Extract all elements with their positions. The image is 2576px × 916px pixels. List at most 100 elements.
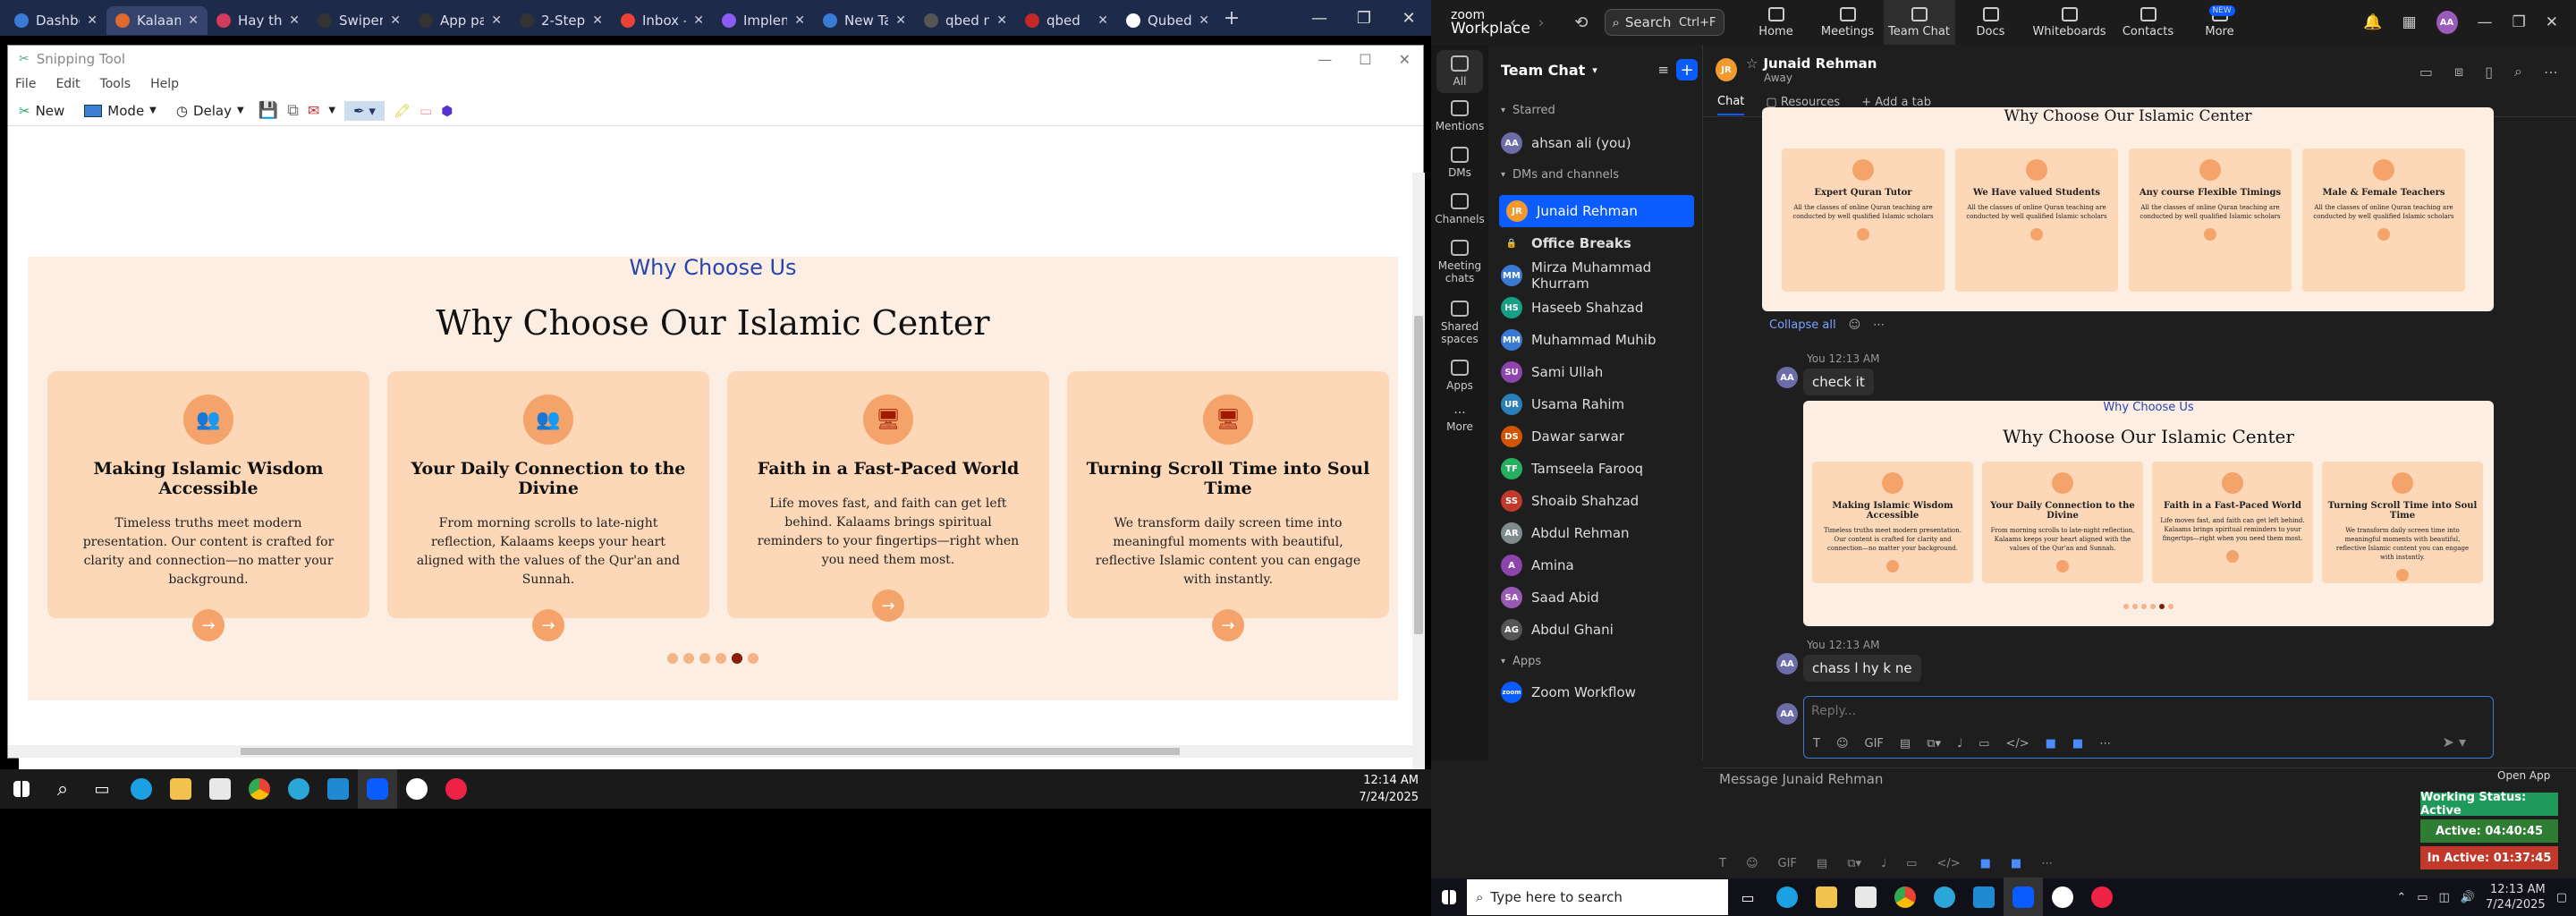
contact-item[interactable]: JR Junaid Rehman — [1499, 195, 1694, 227]
edge-icon[interactable] — [1767, 878, 1807, 916]
clock[interactable]: 12:13 AM 7/24/2025 — [2486, 882, 2546, 912]
contact-item[interactable]: 🔒 Office Breaks — [1488, 227, 1703, 259]
save-icon[interactable]: 💾 — [258, 101, 278, 120]
reply-input[interactable] — [1811, 704, 2348, 718]
menu-tools[interactable]: Tools — [100, 77, 131, 91]
nav-contacts[interactable]: Contacts — [2113, 6, 2184, 38]
carousel-dot[interactable] — [716, 653, 726, 664]
store-icon[interactable] — [1846, 878, 1885, 916]
starred-header[interactable]: ▾ Starred — [1501, 104, 1555, 117]
obs-icon[interactable] — [2043, 878, 2082, 916]
rail-meeting-chats[interactable]: Meeting chats — [1431, 240, 1488, 284]
obs-icon[interactable] — [397, 769, 436, 809]
avatar[interactable]: AA — [2436, 11, 2458, 34]
close-icon[interactable]: ✕ — [87, 13, 97, 28]
carousel-dot[interactable] — [699, 653, 710, 664]
store-icon[interactable] — [200, 769, 240, 809]
browser-tab[interactable]: Hay tha✕ — [208, 6, 309, 35]
close-icon[interactable]: ✕ — [188, 13, 199, 28]
minimize-icon[interactable]: — — [1318, 51, 1332, 68]
new-button[interactable]: ✂ New — [13, 99, 70, 123]
close-icon[interactable]: ✕ — [592, 13, 603, 28]
file-icon[interactable]: ▤ — [1817, 857, 1827, 870]
mode-button[interactable]: Mode ▼ — [79, 99, 162, 123]
app-icon[interactable]: ■ — [2072, 737, 2083, 751]
contact-item[interactable]: SU Sami Ullah — [1488, 356, 1703, 388]
new-tab-button[interactable]: + — [1218, 7, 1245, 30]
ellipsis-icon[interactable]: ⋯ — [1873, 318, 1885, 332]
app-icon[interactable]: ■ — [1980, 857, 1991, 870]
reaction-icon[interactable]: ☺ — [1849, 318, 1861, 332]
arrow-button[interactable]: → — [1212, 609, 1244, 641]
gif-icon[interactable]: GIF — [1865, 737, 1884, 751]
browser-tab[interactable]: App pa ✕ — [410, 6, 511, 35]
close-icon[interactable]: ✕ — [1386, 9, 1431, 28]
ellipsis-icon[interactable]: ⋯ — [2544, 64, 2558, 81]
browser-tab[interactable]: Kalaam ✕ — [106, 6, 208, 35]
snipping-icon[interactable] — [2082, 878, 2122, 916]
list-item-zoom-workflow[interactable]: zoom Zoom Workflow — [1488, 676, 1703, 708]
rail-shared-spaces[interactable]: Shared spaces — [1431, 301, 1488, 345]
battery-icon[interactable]: ▭ — [2417, 891, 2428, 904]
screenshot-icon[interactable]: ⧉▾ — [1847, 857, 1861, 870]
edge-icon[interactable] — [122, 769, 161, 809]
browser-tab[interactable]: Qubed ✕ — [1117, 6, 1218, 35]
network-icon[interactable]: ◫ — [2439, 891, 2450, 904]
search-box[interactable]: ⌕ Search Ctrl+F — [1604, 9, 1724, 36]
emoji-icon[interactable]: ☺ — [1746, 857, 1758, 870]
file-icon[interactable]: ▤ — [1900, 737, 1911, 751]
scroll-thumb[interactable] — [241, 748, 1180, 755]
chrome-icon[interactable] — [240, 769, 279, 809]
rail-apps[interactable]: Apps — [1431, 360, 1488, 392]
clock[interactable]: 12:14 AM 7/24/2025 — [1359, 772, 1431, 806]
rail-channels[interactable]: Channels — [1431, 193, 1488, 225]
pen-icon[interactable]: ✒ ▾ — [344, 100, 385, 121]
browser-tab[interactable]: Implem✕ — [713, 6, 814, 35]
search-icon[interactable]: ⌕ — [2514, 63, 2522, 81]
contact-item[interactable]: AG Abdul Ghani — [1488, 614, 1703, 646]
list-item-self[interactable]: AA ahsan ali (you) — [1488, 127, 1703, 159]
message-bubble[interactable]: check it — [1803, 369, 1874, 395]
task-view-icon[interactable]: ▭ — [1728, 878, 1767, 916]
contact-item[interactable]: SS Shoaib Shahzad — [1488, 485, 1703, 517]
nav-meetings[interactable]: Meetings — [1812, 6, 1884, 38]
calendar-icon[interactable]: ▦ — [2402, 13, 2416, 31]
star-icon[interactable]: ☆ — [1746, 55, 1758, 72]
taskbar-search[interactable]: ⌕ Type here to search — [1467, 879, 1728, 915]
video-message-icon[interactable]: ▭ — [1906, 857, 1917, 870]
menu-file[interactable]: File — [15, 77, 36, 91]
eraser-icon[interactable]: ▭ — [419, 103, 432, 119]
carousel-dot[interactable] — [732, 653, 742, 664]
contact-item[interactable]: AR Abdul Rehman — [1488, 517, 1703, 549]
screen-share-icon[interactable]: ⧈ — [2454, 63, 2463, 81]
send-icon[interactable]: ✉ — [308, 102, 319, 119]
vscode-icon[interactable] — [318, 769, 358, 809]
delay-button[interactable]: ◷ Delay ▼ — [171, 99, 250, 123]
windows-start-icon[interactable] — [1431, 878, 1467, 916]
snipping-icon[interactable] — [436, 769, 476, 809]
contact-item[interactable]: TF Tamseela Farooq — [1488, 453, 1703, 485]
app-icon[interactable] — [1925, 878, 1964, 916]
volume-icon[interactable]: 🔊 — [2461, 891, 2475, 904]
search-icon[interactable]: ⌕ — [43, 769, 82, 809]
reply-box[interactable]: T ☺ GIF ▤ ⧉▾ ♩ ▭ </> ■ ■ ⋯ ➤ ▾ — [1803, 696, 2494, 759]
code-icon[interactable]: </> — [2005, 737, 2029, 751]
rail-dms[interactable]: DMs — [1431, 147, 1488, 179]
bell-icon[interactable]: 🔔 — [2363, 13, 2382, 31]
gif-icon[interactable]: GIF — [1778, 857, 1797, 870]
close-icon[interactable]: ✕ — [289, 13, 300, 28]
contact-item[interactable]: DS Dawar sarwar — [1488, 420, 1703, 453]
carousel-dot[interactable] — [748, 653, 758, 664]
close-icon[interactable]: ✕ — [996, 13, 1007, 28]
maximize-icon[interactable]: ☐ — [1359, 51, 1371, 68]
app-icon[interactable]: ■ — [2046, 737, 2056, 751]
ellipsis-icon[interactable]: ⋯ — [2099, 737, 2111, 751]
video-message-icon[interactable]: ▭ — [1979, 737, 1989, 751]
mic-icon[interactable]: ♩ — [1881, 857, 1886, 870]
task-view-icon[interactable]: ▭ — [82, 769, 122, 809]
ellipsis-icon[interactable]: ⋯ — [2041, 857, 2053, 870]
send-icon[interactable]: ➤ ▾ — [2442, 734, 2466, 751]
zoom-icon[interactable] — [2004, 878, 2043, 916]
arrow-button[interactable]: → — [872, 589, 904, 622]
browser-tab[interactable]: qbed n ✕ — [915, 6, 1016, 35]
